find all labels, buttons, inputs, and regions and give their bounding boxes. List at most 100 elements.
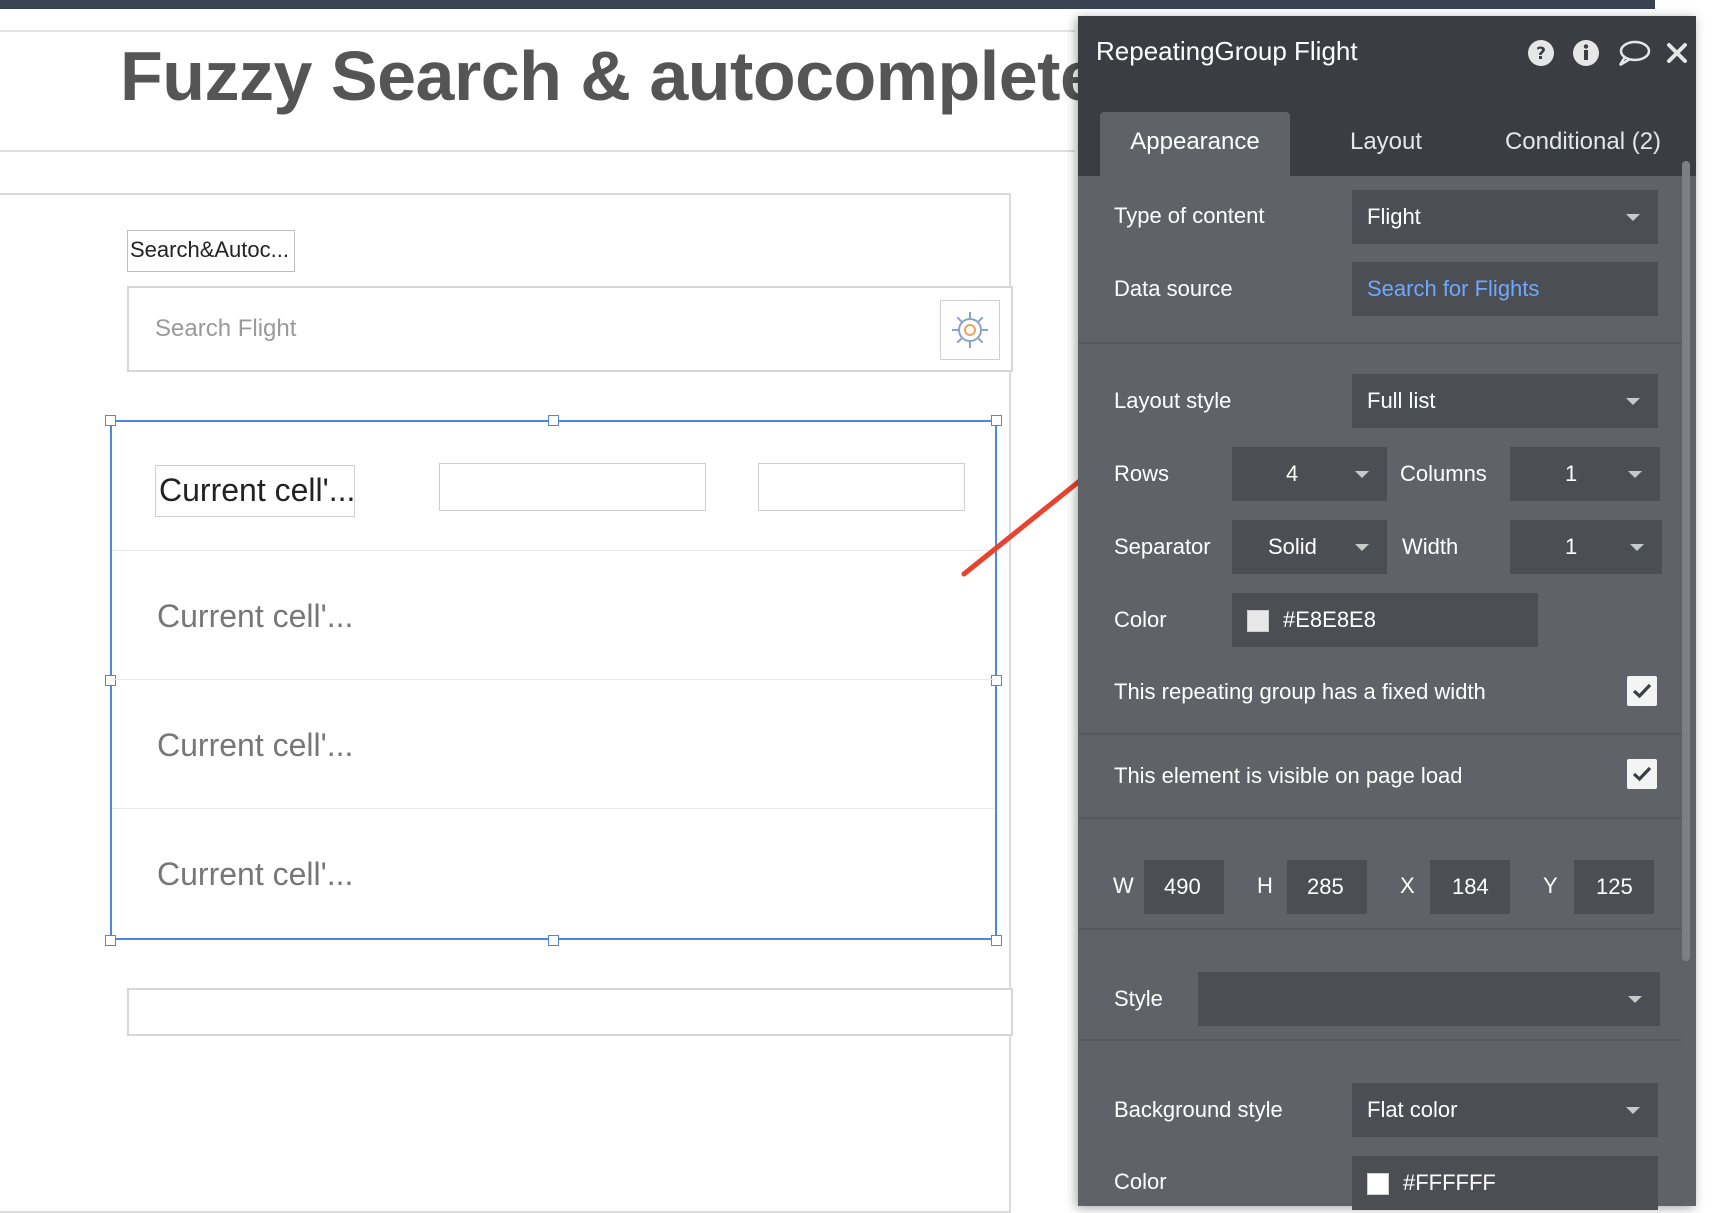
cell-separator: [112, 808, 995, 809]
tab-layout[interactable]: Layout: [1326, 112, 1446, 176]
page-title[interactable]: Fuzzy Search & autocomplete: [120, 36, 1099, 116]
resize-handle-bottom-left[interactable]: [105, 935, 116, 946]
background-color-label: Color: [1114, 1169, 1167, 1194]
svg-text:?: ?: [1536, 44, 1546, 64]
help-icon[interactable]: ?: [1526, 38, 1556, 68]
section-divider: [1078, 733, 1682, 735]
tab-conditional[interactable]: Conditional (2): [1483, 112, 1683, 176]
resize-handle-middle-right[interactable]: [991, 675, 1002, 686]
section-divider: [1078, 817, 1682, 819]
background-style-value: Flat color: [1367, 1097, 1458, 1122]
chevron-down-icon: [1626, 1107, 1640, 1114]
search-input-placeholder: Search Flight: [155, 315, 297, 342]
resize-handle-top-left[interactable]: [105, 415, 116, 426]
checkmark-icon: [1632, 766, 1652, 782]
chevron-down-icon: [1355, 471, 1369, 478]
checkmark-icon: [1632, 683, 1652, 699]
comment-icon[interactable]: [1616, 38, 1652, 68]
cell-separator: [112, 679, 995, 680]
height-value: 285: [1307, 874, 1344, 899]
resize-handle-middle-left[interactable]: [105, 675, 116, 686]
cell-separator: [112, 550, 995, 551]
layout-style-dropdown[interactable]: Full list: [1352, 374, 1658, 428]
panel-tabs: Appearance Layout Conditional (2): [1078, 86, 1696, 176]
separator-width-dropdown[interactable]: 1: [1510, 520, 1662, 574]
style-dropdown[interactable]: [1198, 972, 1660, 1026]
cell-text-preview: Current cell'...: [157, 598, 354, 634]
chevron-down-icon: [1355, 544, 1369, 551]
search-flight-input[interactable]: Search Flight: [127, 286, 1013, 372]
search-label-element[interactable]: Search&Autoc...: [127, 230, 295, 272]
cell-input-box[interactable]: [439, 463, 706, 511]
separator-color-value: #E8E8E8: [1283, 607, 1376, 632]
x-label: X: [1400, 873, 1415, 898]
background-color-picker[interactable]: #FFFFFF: [1352, 1156, 1658, 1210]
rows-dropdown[interactable]: 4: [1232, 447, 1387, 501]
cell-input-box[interactable]: [758, 463, 965, 511]
page-top-border: [0, 30, 1075, 32]
background-color-value: #FFFFFF: [1403, 1170, 1496, 1195]
separator-dropdown[interactable]: Solid: [1232, 520, 1387, 574]
separator-color-picker[interactable]: #E8E8E8: [1232, 593, 1538, 647]
section-divider: [1078, 1039, 1682, 1041]
background-style-label: Background style: [1114, 1097, 1283, 1122]
visible-on-load-label: This element is visible on page load: [1114, 763, 1463, 788]
chevron-down-icon: [1626, 214, 1640, 221]
separator-value: Solid: [1268, 534, 1317, 559]
columns-dropdown[interactable]: 1: [1510, 447, 1660, 501]
rows-label: Rows: [1114, 461, 1170, 486]
style-label: Style: [1114, 986, 1163, 1011]
type-of-content-dropdown[interactable]: Flight: [1352, 190, 1658, 244]
section-divider: [1078, 342, 1682, 344]
visible-on-load-checkbox[interactable]: [1627, 759, 1657, 789]
resize-handle-bottom-right[interactable]: [991, 935, 1002, 946]
section-divider: [1078, 928, 1682, 930]
x-input[interactable]: 184: [1430, 860, 1510, 914]
fixed-width-label: This repeating group has a fixed width: [1114, 679, 1486, 704]
width-value: 490: [1164, 874, 1201, 899]
resize-handle-bottom-center[interactable]: [548, 935, 559, 946]
x-value: 184: [1452, 874, 1489, 899]
title-divider: [0, 150, 1075, 152]
chevron-down-icon: [1628, 996, 1642, 1003]
panel-scrollbar[interactable]: [1682, 161, 1690, 961]
layout-style-label: Layout style: [1114, 388, 1232, 413]
data-source-expression[interactable]: Search for Flights: [1367, 276, 1539, 301]
columns-label: Columns: [1400, 461, 1487, 486]
panel-header: RepeatingGroup Flight ?: [1078, 16, 1696, 86]
tab-appearance[interactable]: Appearance: [1100, 112, 1290, 176]
panel-title: RepeatingGroup Flight: [1096, 36, 1358, 66]
width-label: W: [1113, 873, 1134, 898]
width-input[interactable]: 490: [1144, 860, 1224, 914]
resize-handle-top-center[interactable]: [548, 415, 559, 426]
layout-style-value: Full list: [1367, 388, 1436, 413]
y-label: Y: [1543, 873, 1558, 898]
separator-label: Separator: [1114, 534, 1211, 559]
chevron-down-icon: [1628, 471, 1642, 478]
type-of-content-label: Type of content: [1114, 203, 1265, 228]
type-of-content-value: Flight: [1367, 204, 1421, 229]
cell-text-preview: Current cell'...: [157, 856, 354, 892]
search-plugin-gear-icon[interactable]: [940, 300, 1000, 360]
resize-handle-top-right[interactable]: [991, 415, 1002, 426]
rows-value: 4: [1286, 461, 1299, 486]
property-editor-panel[interactable]: RepeatingGroup Flight ? Appearance Layou…: [1078, 16, 1696, 1210]
height-input[interactable]: 285: [1287, 860, 1367, 914]
color-swatch: [1247, 610, 1269, 633]
background-style-dropdown[interactable]: Flat color: [1352, 1083, 1658, 1137]
y-value: 125: [1596, 874, 1633, 899]
close-icon[interactable]: [1662, 38, 1692, 68]
cell-text-element[interactable]: Current cell'...: [155, 465, 355, 517]
data-source-field[interactable]: Search for Flights: [1352, 262, 1658, 316]
chevron-down-icon: [1626, 398, 1640, 405]
height-label: H: [1257, 873, 1273, 898]
separator-width-label: Width: [1402, 534, 1459, 559]
separator-color-label: Color: [1114, 607, 1167, 632]
bottom-input-element[interactable]: [127, 988, 1013, 1036]
info-icon[interactable]: [1571, 38, 1601, 68]
editor-top-bar: [0, 0, 1655, 9]
columns-value: 1: [1565, 461, 1578, 486]
fixed-width-checkbox[interactable]: [1627, 676, 1657, 706]
chevron-down-icon: [1630, 544, 1644, 551]
y-input[interactable]: 125: [1574, 860, 1654, 914]
